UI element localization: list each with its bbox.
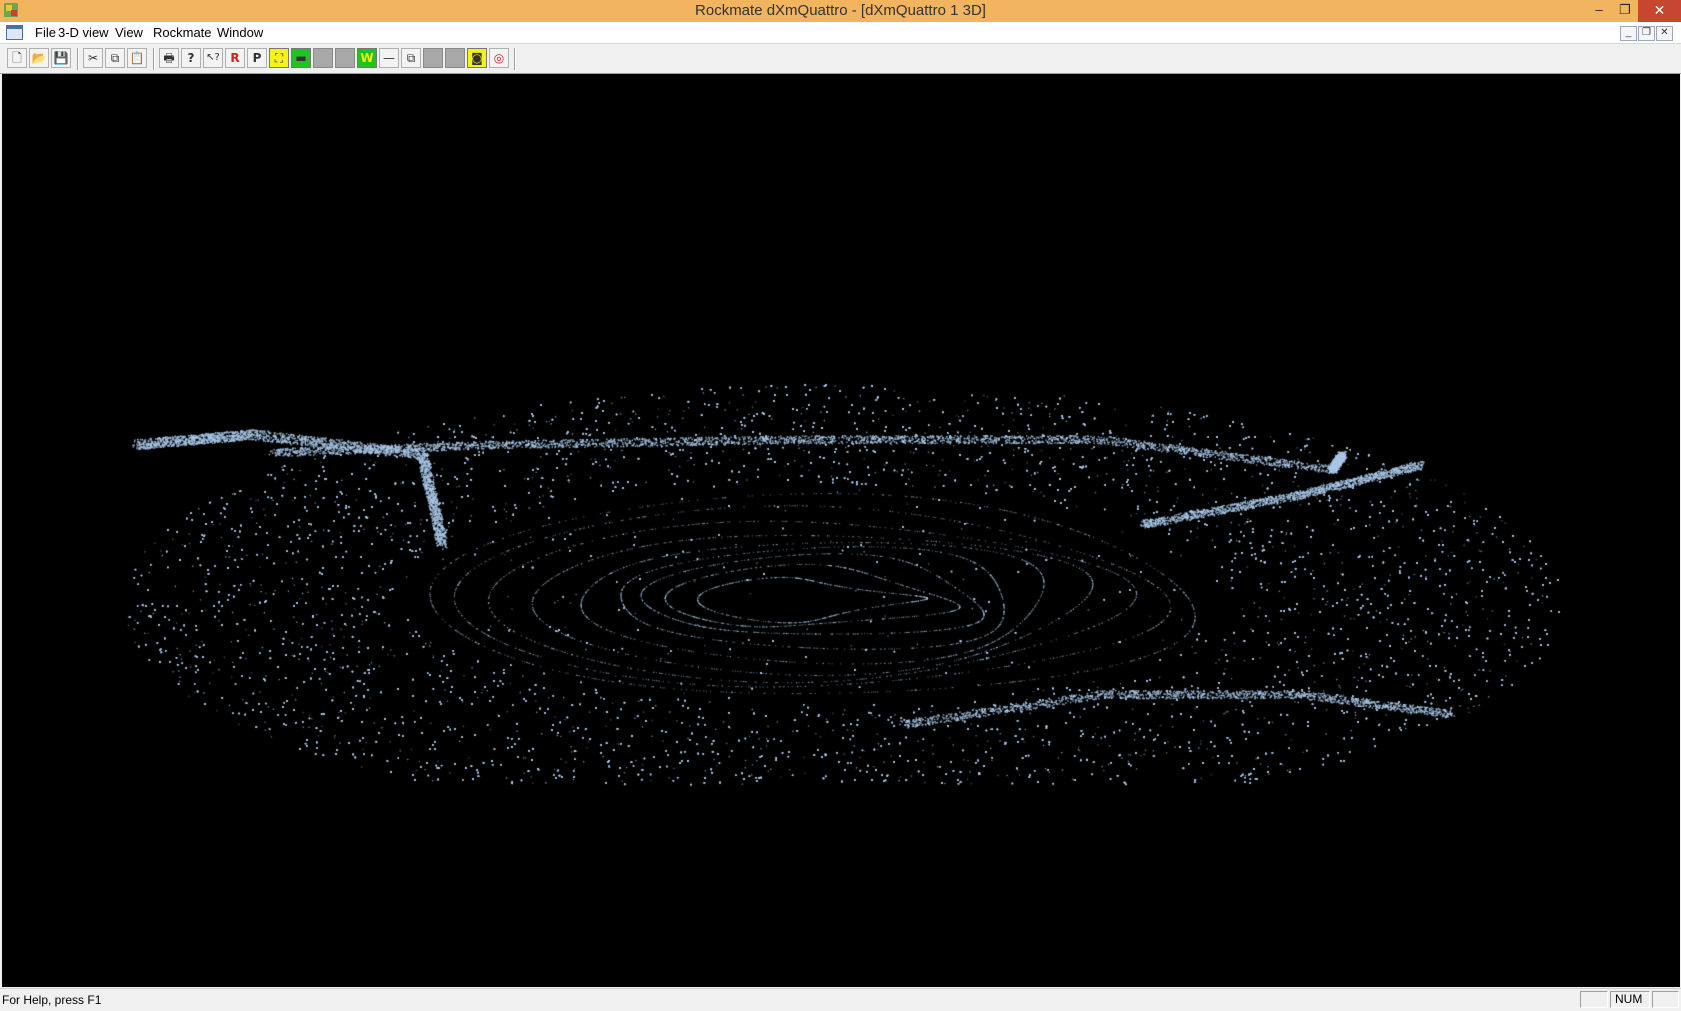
w-button[interactable]: W [357, 48, 377, 68]
about-icon[interactable]: ? [181, 48, 201, 68]
cut-icon[interactable]: ✂ [83, 48, 103, 68]
status-help-text: For Help, press F1 [2, 993, 102, 1007]
save-icon[interactable]: 💾 [51, 48, 71, 68]
close-button[interactable]: ✕ [1638, 0, 1681, 22]
status-bar: For Help, press F1 NUM [0, 988, 1681, 1011]
menu-bar: File 3-D view View Rockmate Window [0, 22, 1681, 44]
document-system-menu-icon[interactable] [6, 25, 23, 40]
cube-icon[interactable]: ⧉ [401, 48, 421, 68]
paste-icon[interactable]: 📋 [127, 48, 147, 68]
menu-3d-view[interactable]: 3-D view [58, 25, 109, 40]
3d-viewport[interactable] [2, 74, 1680, 987]
mdi-restore-button[interactable]: ❐ [1638, 26, 1655, 41]
menu-file[interactable]: File [35, 25, 56, 40]
camera-icon[interactable]: ◙ [467, 48, 487, 68]
new-icon[interactable]: 🗋 [7, 48, 27, 68]
status-num-indicator: NUM [1610, 991, 1650, 1008]
menu-view[interactable]: View [115, 25, 143, 40]
gray-tool-3[interactable] [423, 48, 443, 68]
open-icon[interactable]: 📂 [29, 48, 49, 68]
window-title: Rockmate dXmQuattro - [dXmQuattro 1 3D] [695, 2, 986, 19]
toolbar-separator [77, 48, 78, 70]
mdi-minimize-button[interactable]: _ [1620, 26, 1637, 41]
p-button[interactable]: P [247, 48, 267, 68]
context-help-icon[interactable]: ↖? [203, 48, 223, 68]
target-icon[interactable]: ◎ [489, 48, 509, 68]
toolbar-separator [514, 48, 515, 70]
gray-tool-2[interactable] [335, 48, 355, 68]
gray-tool-4[interactable] [445, 48, 465, 68]
mdi-close-button[interactable]: ✕ [1656, 26, 1673, 41]
toolbar: 🗋 📂 💾 ✂ ⧉ 📋 🖶 ? ↖? R P ⛶ ▬ W — ⧉ ◙ ◎ [0, 44, 1681, 74]
point-cloud-render [2, 74, 1680, 987]
gray-tool-1[interactable] [313, 48, 333, 68]
restore-button[interactable]: ❐ [1612, 0, 1638, 22]
status-pane-empty [1580, 991, 1608, 1008]
green-tool-icon[interactable]: ▬ [291, 48, 311, 68]
r-button[interactable]: R [225, 48, 245, 68]
minimize-button[interactable]: – [1586, 0, 1612, 22]
toolbar-separator [153, 48, 154, 70]
yellow-tool-icon[interactable]: ⛶ [269, 48, 289, 68]
copy-icon[interactable]: ⧉ [105, 48, 125, 68]
print-icon[interactable]: 🖶 [159, 48, 179, 68]
title-bar: Rockmate dXmQuattro - [dXmQuattro 1 3D] … [0, 0, 1681, 22]
menu-rockmate[interactable]: Rockmate [153, 25, 212, 40]
menu-window[interactable]: Window [217, 25, 263, 40]
status-pane-scroll [1652, 991, 1679, 1008]
line-tool-icon[interactable]: — [379, 48, 399, 68]
